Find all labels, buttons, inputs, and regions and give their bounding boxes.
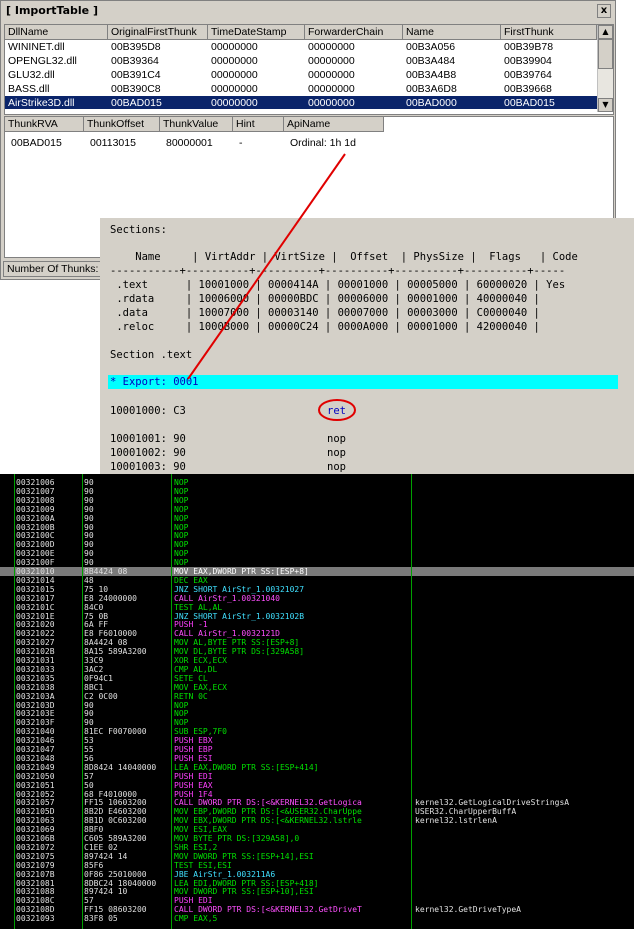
annotation-overlay [187,153,356,421]
annotation-arrow-line [187,153,346,380]
annotation-circle [318,399,356,421]
